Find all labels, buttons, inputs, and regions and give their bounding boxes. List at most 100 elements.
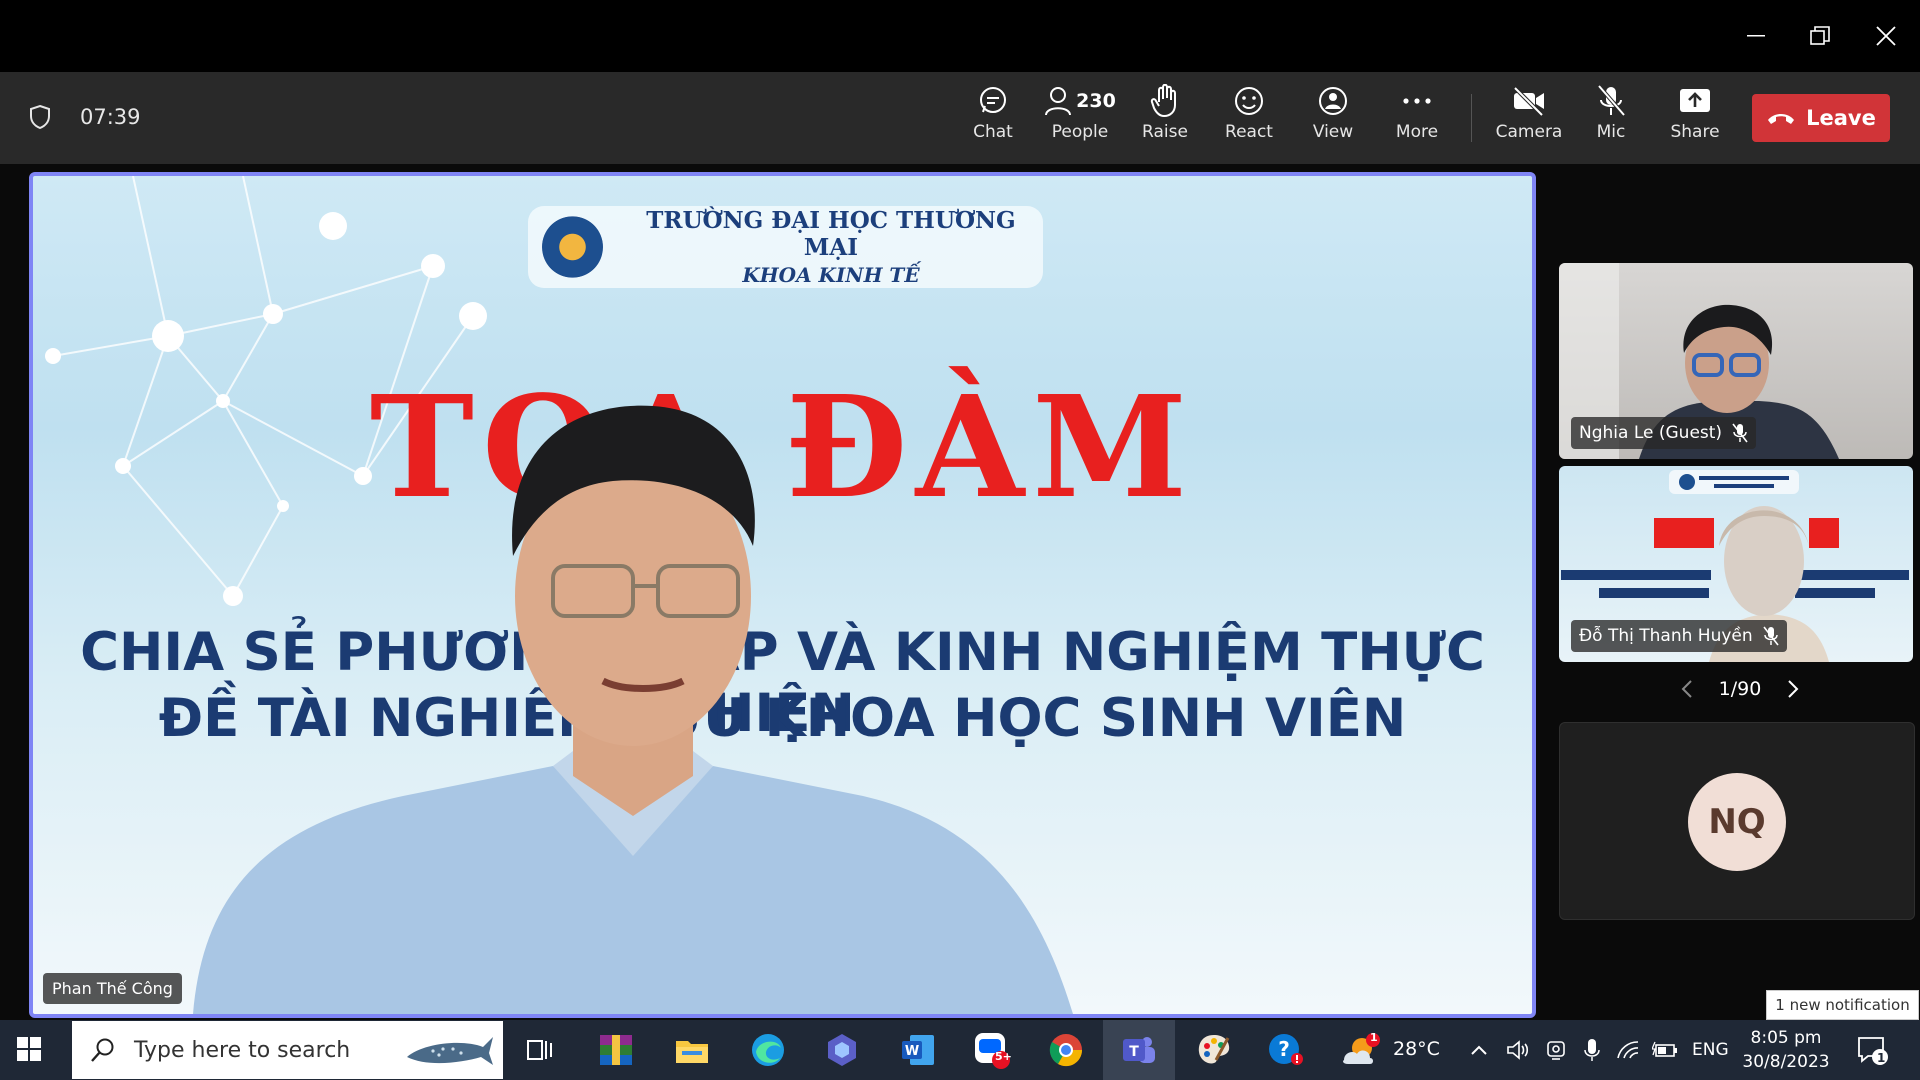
- meeting-timer: 07:39: [80, 105, 141, 129]
- taskbar-chrome[interactable]: [1046, 1030, 1086, 1070]
- raise-hand-icon: [1150, 84, 1176, 118]
- search-icon: [91, 1038, 114, 1062]
- view-label: View: [1312, 122, 1354, 142]
- edge-browser-icon: [752, 1034, 784, 1066]
- paint-palette-icon: [1198, 1035, 1230, 1064]
- participant-name-tag: Đỗ Thị Thanh Huyền: [1571, 620, 1787, 652]
- battery-charging-icon: [1652, 1041, 1677, 1057]
- system-clock[interactable]: 8:05 pm 30/8/2023: [1740, 1026, 1832, 1074]
- hang-up-icon: [1768, 114, 1795, 124]
- chat-label: Chat: [973, 122, 1013, 142]
- minimize-icon: [1747, 35, 1765, 37]
- more-button[interactable]: More: [1379, 82, 1455, 154]
- share-label: Share: [1670, 122, 1720, 142]
- copilot-icon: [828, 1034, 856, 1066]
- meet-now-tray-button[interactable]: [1542, 1030, 1570, 1070]
- speaker-name-tag: Phan Thế Công: [43, 973, 182, 1004]
- webcam-tray-icon: [1547, 1041, 1565, 1060]
- react-button[interactable]: React: [1211, 82, 1287, 154]
- avatar: NQ: [1688, 773, 1786, 871]
- mic-muted-icon: [1763, 626, 1779, 646]
- taskbar-paint[interactable]: [1194, 1030, 1234, 1070]
- camera-button[interactable]: Camera: [1489, 82, 1569, 154]
- people-label: People: [1051, 122, 1109, 142]
- whale-shark-search-decoration-icon: [407, 1037, 493, 1065]
- wifi-button[interactable]: [1614, 1030, 1642, 1070]
- chevron-left-icon[interactable]: [1680, 679, 1694, 699]
- shield-icon[interactable]: [28, 104, 52, 130]
- battery-button[interactable]: [1650, 1030, 1680, 1070]
- microphone-tray-button[interactable]: [1578, 1030, 1606, 1070]
- view-icon: [1319, 87, 1347, 115]
- camera-off-icon: [1513, 86, 1544, 116]
- volume-button[interactable]: [1504, 1030, 1532, 1070]
- microphone-tray-icon: [1584, 1039, 1600, 1061]
- windows-logo-icon: [17, 1037, 41, 1061]
- notification-center-button[interactable]: 1: [1852, 1030, 1892, 1070]
- people-count: 230: [1076, 90, 1116, 112]
- teams-icon: T: [1123, 1037, 1155, 1063]
- participant-name-tag: Nghia Le (Guest): [1571, 417, 1757, 449]
- chevron-up-icon: [1471, 1045, 1487, 1055]
- chrome-icon: [1049, 1034, 1083, 1067]
- weather-temperature[interactable]: 28°C: [1393, 1038, 1440, 1060]
- taskbar-winrar[interactable]: [596, 1030, 636, 1070]
- page-indicator: 1/90: [1718, 678, 1762, 700]
- zalo-badge: 5+: [995, 1050, 1012, 1063]
- taskbar-zalo[interactable]: 5+: [972, 1030, 1012, 1070]
- share-button[interactable]: Share: [1657, 82, 1733, 154]
- camera-label: Camera: [1495, 122, 1563, 142]
- participant-tile[interactable]: Nghia Le (Guest): [1559, 263, 1913, 459]
- help-icon: ?: [1269, 1034, 1303, 1065]
- main-video-tile[interactable]: TRƯỜNG ĐẠI HỌC THƯƠNG MẠI KHOA KINH TẾ T…: [29, 172, 1536, 1018]
- notification-toast[interactable]: 1 new notification: [1766, 990, 1919, 1020]
- more-icon: [1403, 98, 1431, 104]
- react-label: React: [1225, 122, 1273, 142]
- taskbar-word[interactable]: W: [898, 1030, 938, 1070]
- taskbar-help[interactable]: ?: [1266, 1030, 1306, 1070]
- people-button[interactable]: 230 People: [1040, 82, 1120, 154]
- svg-text:T: T: [1129, 1044, 1139, 1060]
- share-icon: [1680, 89, 1710, 112]
- search-placeholder: Type here to search: [134, 1037, 351, 1063]
- raise-hand-button[interactable]: Raise: [1127, 82, 1203, 154]
- weather-badge: 1: [1370, 1031, 1378, 1044]
- smiley-icon: [1235, 87, 1263, 115]
- leave-label: Leave: [1806, 106, 1876, 130]
- minimize-button[interactable]: [1726, 12, 1786, 60]
- chat-button[interactable]: Chat: [955, 82, 1031, 154]
- close-window-button[interactable]: [1856, 12, 1916, 60]
- taskbar-file-explorer[interactable]: [672, 1030, 712, 1070]
- word-icon: W: [902, 1035, 934, 1065]
- restore-button[interactable]: [1790, 12, 1850, 60]
- chat-icon: [980, 87, 1006, 113]
- task-view-button[interactable]: [520, 1030, 560, 1070]
- leave-button[interactable]: Leave: [1752, 94, 1890, 142]
- taskbar-copilot[interactable]: [822, 1030, 862, 1070]
- taskbar-teams[interactable]: T: [1118, 1030, 1158, 1070]
- mic-label: Mic: [1596, 122, 1626, 142]
- start-button[interactable]: [14, 1034, 44, 1068]
- mic-button[interactable]: Mic: [1573, 82, 1649, 154]
- svg-text:?: ?: [1278, 1037, 1290, 1061]
- mic-muted-icon: [1732, 423, 1748, 443]
- chevron-right-icon[interactable]: [1786, 679, 1800, 699]
- speaker-video-figure: [193, 405, 1073, 1014]
- restore-icon: [1810, 26, 1830, 45]
- participant-avatar-tile[interactable]: NQ: [1559, 722, 1915, 920]
- show-hidden-icons-button[interactable]: [1466, 1030, 1492, 1070]
- taskbar-edge[interactable]: [748, 1030, 788, 1070]
- winrar-icon: [600, 1035, 632, 1065]
- windows-taskbar: Type here to search W 5+ T ? 1 28°C ENG …: [0, 1020, 1920, 1080]
- speaker-volume-icon: [1507, 1040, 1529, 1060]
- clock-time: 8:05 pm: [1750, 1028, 1822, 1048]
- meeting-toolbar: 07:39 Chat 230 People Raise React View M…: [0, 72, 1920, 164]
- more-label: More: [1395, 122, 1439, 142]
- participant-tile[interactable]: Đỗ Thị Thanh Huyền: [1559, 466, 1913, 662]
- notification-count-badge: 1: [1877, 1051, 1886, 1065]
- input-language[interactable]: ENG: [1692, 1040, 1729, 1060]
- taskbar-search-box[interactable]: Type here to search: [72, 1021, 503, 1079]
- weather-widget-icon-button[interactable]: 1: [1340, 1030, 1380, 1070]
- window-title-bar: [0, 0, 1920, 72]
- view-button[interactable]: View: [1295, 82, 1371, 154]
